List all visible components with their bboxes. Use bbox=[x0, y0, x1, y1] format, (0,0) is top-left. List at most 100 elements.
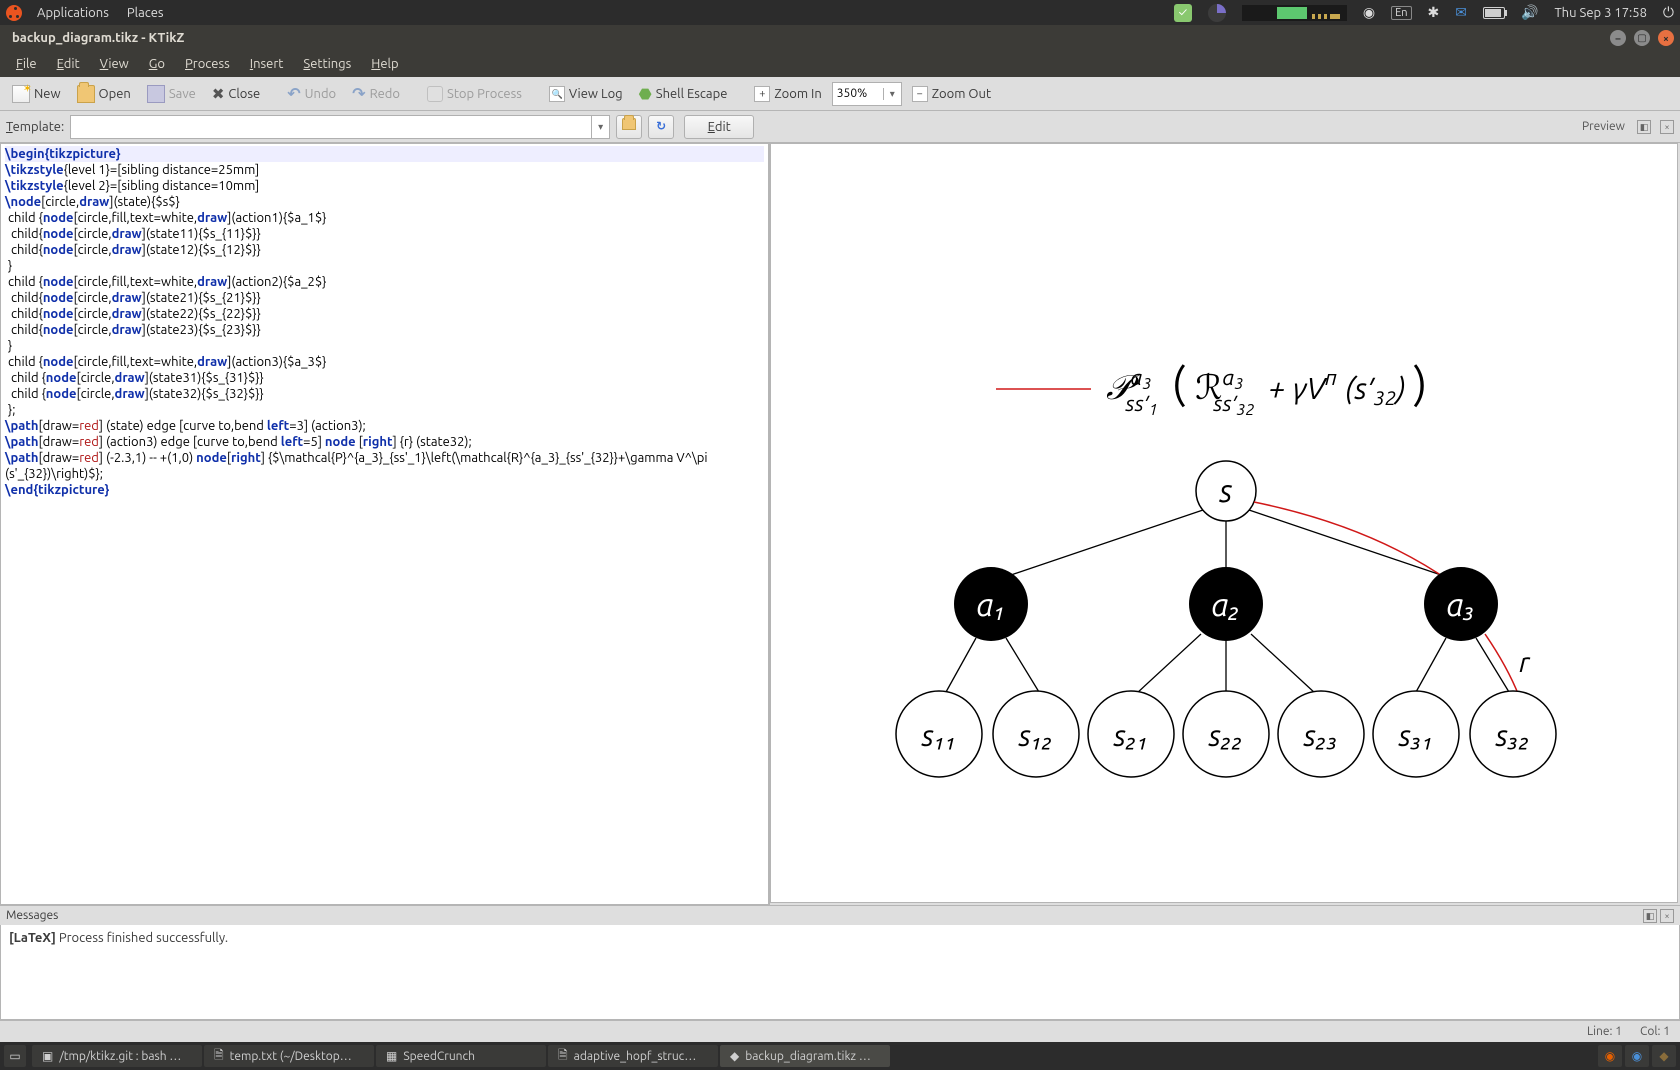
template-label: Template: bbox=[6, 120, 64, 134]
messages-close-button[interactable]: × bbox=[1660, 909, 1674, 923]
ubuntu-logo-icon bbox=[6, 5, 22, 21]
window-title: backup_diagram.tikz - KTikZ bbox=[12, 31, 184, 45]
svg-text:s₂₁: s₂₁ bbox=[1113, 718, 1149, 752]
firefox-icon[interactable]: ◉ bbox=[1598, 1045, 1622, 1067]
svg-text:s₁₂: s₁₂ bbox=[1018, 718, 1054, 752]
task-terminal[interactable]: ▣/tmp/ktikz.git : bash … bbox=[32, 1045, 202, 1067]
save-button[interactable]: Save bbox=[141, 82, 202, 106]
view-log-icon bbox=[549, 86, 565, 102]
terminal-icon: ▣ bbox=[42, 1049, 53, 1063]
system-monitor-icon[interactable] bbox=[1242, 5, 1347, 21]
menu-view[interactable]: View bbox=[90, 51, 139, 77]
shell-icon: ⬣ bbox=[639, 85, 652, 103]
new-button[interactable]: New bbox=[6, 82, 67, 106]
new-file-icon bbox=[12, 85, 30, 103]
messages-panel[interactable]: [LaTeX] Process finished successfully. bbox=[0, 925, 1680, 1020]
menu-insert[interactable]: Insert bbox=[240, 51, 294, 77]
chromium-icon[interactable]: ◉ bbox=[1625, 1045, 1649, 1067]
sync-ok-icon[interactable]: ✓ bbox=[1174, 4, 1192, 22]
preview-canvas[interactable]: 𝒫a3 ss′1 ( ℛa3 ss′32 + γVπ (s′32) ) s bbox=[770, 143, 1678, 903]
text-editor-icon: 🗎 bbox=[214, 1046, 224, 1067]
show-desktop-button[interactable]: ▭ bbox=[4, 1045, 26, 1067]
close-button[interactable]: ✖Close bbox=[206, 82, 266, 106]
shell-escape-button[interactable]: ⬣Shell Escape bbox=[633, 82, 734, 106]
gimp-icon[interactable]: ◆ bbox=[1652, 1045, 1676, 1067]
task-adaptive[interactable]: 🗎adaptive_hopf_struc… bbox=[548, 1045, 718, 1067]
task-gedit[interactable]: 🗎temp.txt (~/Desktop… bbox=[204, 1045, 374, 1067]
template-reload-button[interactable]: ↻ bbox=[648, 115, 674, 139]
keyboard-indicator[interactable]: En bbox=[1391, 6, 1411, 20]
task-speedcrunch[interactable]: ▦SpeedCrunch bbox=[376, 1045, 546, 1067]
open-button[interactable]: Open bbox=[71, 82, 137, 106]
view-log-button[interactable]: View Log bbox=[543, 83, 629, 105]
menu-help[interactable]: Help bbox=[361, 51, 408, 77]
panel-places[interactable]: Places bbox=[118, 0, 173, 25]
window-titlebar[interactable]: backup_diagram.tikz - KTikZ – ▢ × bbox=[0, 25, 1680, 51]
zoom-out-button[interactable]: −Zoom Out bbox=[906, 83, 997, 105]
template-input[interactable] bbox=[71, 116, 591, 138]
template-dropdown-icon[interactable]: ▾ bbox=[591, 116, 609, 138]
template-open-button[interactable] bbox=[616, 115, 642, 139]
menu-settings[interactable]: Settings bbox=[293, 51, 361, 77]
main-split: \begin{tikzpicture}\tikzstyle{level 1}=[… bbox=[0, 143, 1680, 905]
status-line: Line: 1 bbox=[1587, 1025, 1622, 1038]
panel-datetime[interactable]: Thu Sep 3 17:58 bbox=[1554, 6, 1646, 20]
template-combo[interactable]: ▾ bbox=[70, 115, 610, 139]
edge-label-r: r bbox=[1519, 647, 1531, 678]
menu-go[interactable]: Go bbox=[139, 51, 175, 77]
document-icon: 🗎 bbox=[558, 1046, 568, 1067]
preview-header-title: Preview bbox=[1582, 120, 1631, 133]
panel-tray: ✓ ◉ En ✱ ✉ 🔊 Thu Sep 3 17:58 ⏻ bbox=[1174, 4, 1674, 22]
window-maximize-button[interactable]: ▢ bbox=[1634, 30, 1650, 46]
node-state-s-label: s bbox=[1218, 473, 1232, 509]
template-edit-button[interactable]: Edit bbox=[684, 115, 754, 139]
calculator-icon: ▦ bbox=[386, 1049, 397, 1063]
task-ktikz[interactable]: ◆backup_diagram.tikz … bbox=[720, 1045, 890, 1067]
code-editor[interactable]: \begin{tikzpicture}\tikzstyle{level 1}=[… bbox=[0, 143, 769, 905]
window-close-button[interactable]: × bbox=[1658, 30, 1674, 46]
messages-header: Messages ◧ × bbox=[0, 905, 1680, 925]
red-edge-a3-s32 bbox=[1485, 634, 1519, 696]
bottom-taskbar: ▭ ▣/tmp/ktikz.git : bash … 🗎temp.txt (~/… bbox=[0, 1042, 1680, 1070]
formula-text: 𝒫a3 ss′1 ( ℛa3 ss′32 + γVπ (s′32) ) bbox=[1106, 354, 1427, 422]
window-minimize-button[interactable]: – bbox=[1610, 30, 1626, 46]
zoom-dropdown-icon[interactable]: ▾ bbox=[883, 88, 901, 100]
messages-text: Process finished successfully. bbox=[56, 931, 228, 945]
panel-applications[interactable]: Applications bbox=[28, 0, 118, 25]
preview-close-button[interactable]: × bbox=[1660, 120, 1674, 134]
workrave-icon[interactable] bbox=[1208, 4, 1226, 22]
folder-icon bbox=[622, 118, 636, 130]
svg-text:s₃₂: s₃₂ bbox=[1495, 718, 1531, 752]
editor-pane: \begin{tikzpicture}\tikzstyle{level 1}=[… bbox=[0, 143, 770, 905]
template-bar: Template: ▾ ↻ Edit Preview ◧ × bbox=[0, 111, 1680, 143]
zoom-combo[interactable]: ▾ bbox=[832, 82, 902, 106]
zoom-input[interactable] bbox=[833, 87, 883, 100]
stop-icon bbox=[427, 86, 443, 102]
bluetooth-icon[interactable]: ✱ bbox=[1428, 4, 1440, 21]
undo-icon: ↶ bbox=[287, 84, 300, 103]
messages-title: Messages bbox=[6, 909, 58, 922]
messages-prefix: [LaTeX] bbox=[9, 931, 56, 945]
mail-icon[interactable]: ✉ bbox=[1455, 4, 1467, 21]
menu-edit[interactable]: Edit bbox=[47, 51, 90, 77]
battery-icon[interactable] bbox=[1483, 7, 1505, 19]
shutdown-icon[interactable]: ⏻ bbox=[1663, 4, 1674, 21]
messages-float-button[interactable]: ◧ bbox=[1643, 909, 1657, 923]
stop-process-button[interactable]: Stop Process bbox=[421, 83, 528, 105]
wifi-icon[interactable]: ◉ bbox=[1363, 4, 1375, 21]
preview-pane: 𝒫a3 ss′1 ( ℛa3 ss′32 + γVπ (s′32) ) s bbox=[770, 143, 1680, 905]
preview-float-button[interactable]: ◧ bbox=[1637, 120, 1651, 134]
volume-icon[interactable]: 🔊 bbox=[1521, 4, 1538, 21]
menu-process[interactable]: Process bbox=[175, 51, 240, 77]
redo-button[interactable]: ↷Redo bbox=[346, 81, 406, 106]
undo-button[interactable]: ↶Undo bbox=[281, 81, 342, 106]
svg-text:s₃₁: s₃₁ bbox=[1398, 718, 1434, 752]
folder-open-icon bbox=[77, 85, 95, 103]
red-edge-root-a3 bbox=[1254, 502, 1451, 582]
zoom-in-icon: + bbox=[754, 86, 770, 102]
toolbar: New Open Save ✖Close ↶Undo ↷Redo Stop Pr… bbox=[0, 77, 1680, 111]
menu-file[interactable]: File bbox=[6, 51, 47, 77]
node-action-a3-label: a₃ bbox=[1446, 587, 1475, 623]
zoom-in-button[interactable]: +Zoom In bbox=[748, 83, 827, 105]
zoom-out-icon: − bbox=[912, 86, 928, 102]
